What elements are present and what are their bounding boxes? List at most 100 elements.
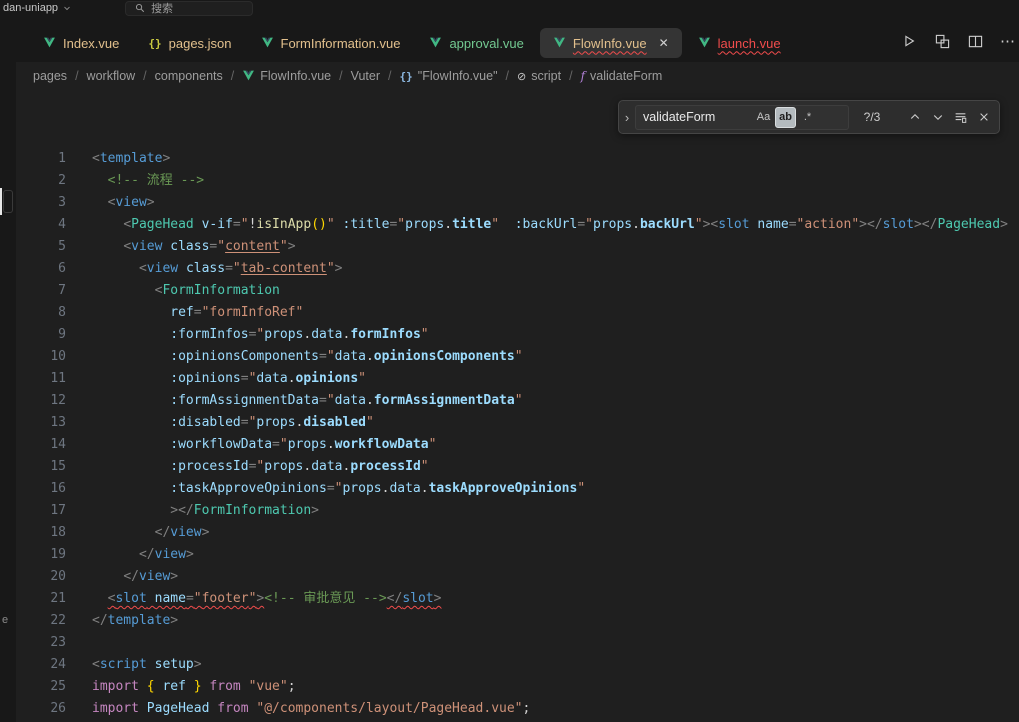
tab-label: pages.json <box>169 36 232 51</box>
regex-button[interactable]: .* <box>797 107 818 128</box>
code-line[interactable]: 18 </view> <box>16 522 1019 544</box>
code-line[interactable]: 12 :formAssignmentData="data.formAssignm… <box>16 390 1019 412</box>
line-number: 1 <box>16 148 66 170</box>
breadcrumb-label: "FlowInfo.vue" <box>418 69 498 83</box>
line-number: 12 <box>16 390 66 412</box>
run-button[interactable] <box>900 32 918 50</box>
tab-Index.vue[interactable]: Index.vue <box>30 28 132 58</box>
line-number: 21 <box>16 588 66 610</box>
breadcrumb-separator: / <box>388 69 391 83</box>
code-text: :opinionsComponents="data.opinionsCompon… <box>66 346 523 368</box>
code-text: </view> <box>66 522 209 544</box>
code-line[interactable]: 19 </view> <box>16 544 1019 566</box>
breadcrumb-item[interactable]: Vuter <box>351 69 380 83</box>
vue-file-icon <box>553 37 566 49</box>
find-input[interactable] <box>643 110 753 124</box>
sidebar-text-remnant: e <box>2 614 8 626</box>
whole-word-button[interactable]: ab <box>775 107 796 128</box>
code-line[interactable]: 11 :opinions="data.opinions" <box>16 368 1019 390</box>
breadcrumb-label: Vuter <box>351 69 380 83</box>
line-number: 17 <box>16 500 66 522</box>
vue-icon <box>242 70 255 82</box>
code-text: </view> <box>66 544 194 566</box>
code-line[interactable]: 10 :opinionsComponents="data.opinionsCom… <box>16 346 1019 368</box>
code-line[interactable]: 1<template> <box>16 148 1019 170</box>
code-line[interactable]: 24<script setup> <box>16 654 1019 676</box>
code-line[interactable]: 8 ref="formInfoRef" <box>16 302 1019 324</box>
vue-file-icon <box>43 37 56 49</box>
code-line[interactable]: 21 <slot name="footer"><!-- 审批意见 --></sl… <box>16 588 1019 610</box>
code-text: :disabled="props.disabled" <box>66 412 374 434</box>
tab-approval.vue[interactable]: approval.vue <box>416 28 536 58</box>
code-text: <view> <box>66 192 155 214</box>
code-line[interactable]: 17 ></FormInformation> <box>16 500 1019 522</box>
code-text: <view class="tab-content"> <box>66 258 342 280</box>
breadcrumb-item[interactable]: components <box>155 69 223 83</box>
line-number: 8 <box>16 302 66 324</box>
active-view-indicator <box>0 188 2 215</box>
activity-bar-sliver: e <box>0 62 16 722</box>
code-editor[interactable]: › Aa ab .* ?/3 1<template>2 <!-- 流程 -->3… <box>16 90 1019 722</box>
find-in-selection-button[interactable] <box>949 106 972 129</box>
breadcrumb-item[interactable]: pages <box>33 69 67 83</box>
code-line[interactable]: 2 <!-- 流程 --> <box>16 170 1019 192</box>
close-tab-icon[interactable]: ✕ <box>659 37 669 49</box>
command-center-search[interactable]: 搜索 <box>125 1 253 16</box>
code-line[interactable]: 7 <FormInformation <box>16 280 1019 302</box>
workspace-name[interactable]: dan-uniapp <box>0 2 71 14</box>
more-actions-button[interactable]: ⋯ <box>999 32 1017 50</box>
code-line[interactable]: 22</template> <box>16 610 1019 632</box>
breadcrumb-separator: / <box>339 69 342 83</box>
breadcrumb-label: validateForm <box>590 69 662 83</box>
breadcrumb-item[interactable]: ⊘script <box>517 69 561 83</box>
code-line[interactable]: 16 :taskApproveOpinions="props.data.task… <box>16 478 1019 500</box>
line-number: 14 <box>16 434 66 456</box>
code-text: ref="formInfoRef" <box>66 302 303 324</box>
code-line[interactable]: 25import { ref } from "vue"; <box>16 676 1019 698</box>
code-line[interactable]: 23 <box>16 632 1019 654</box>
tab-label: approval.vue <box>449 36 523 51</box>
tab-launch.vue[interactable]: launch.vue <box>685 28 794 58</box>
tab-label: FormInformation.vue <box>281 36 401 51</box>
split-editor-button[interactable] <box>966 32 984 50</box>
code-line[interactable]: 14 :workflowData="props.workflowData" <box>16 434 1019 456</box>
chevron-down-icon <box>63 4 71 12</box>
breadcrumb-separator: / <box>75 69 78 83</box>
tab-list: Index.vue{}pages.json FormInformation.vue… <box>30 28 794 58</box>
code-text: ></FormInformation> <box>66 500 319 522</box>
previous-match-button[interactable] <box>903 106 926 129</box>
code-line[interactable]: 5 <view class="content"> <box>16 236 1019 258</box>
search-icon <box>135 3 145 13</box>
code-text <box>66 632 92 654</box>
code-line[interactable]: 3 <view> <box>16 192 1019 214</box>
breadcrumb-item[interactable]: workflow <box>87 69 136 83</box>
toggle-replace-icon[interactable]: › <box>619 101 635 133</box>
code-line[interactable]: 4 <PageHead v-if="!isInApp()" :title="pr… <box>16 214 1019 236</box>
breadcrumb-item[interactable]: FlowInfo.vue <box>242 69 331 83</box>
open-changes-button[interactable] <box>933 32 951 50</box>
code-line[interactable]: 9 :formInfos="props.data.formInfos" <box>16 324 1019 346</box>
line-number: 22 <box>16 610 66 632</box>
code-text: :opinions="data.opinions" <box>66 368 366 390</box>
close-find-icon[interactable] <box>972 106 995 129</box>
code-line[interactable]: 13 :disabled="props.disabled" <box>16 412 1019 434</box>
tab-label: FlowInfo.vue <box>573 36 647 51</box>
breadcrumb-item[interactable]: fvalidateForm <box>581 69 663 83</box>
line-number: 18 <box>16 522 66 544</box>
code-line[interactable]: 20 </view> <box>16 566 1019 588</box>
code-text: :processId="props.data.processId" <box>66 456 429 478</box>
code-line[interactable]: 15 :processId="props.data.processId" <box>16 456 1019 478</box>
line-number: 15 <box>16 456 66 478</box>
breadcrumb-separator: / <box>506 69 509 83</box>
code-text: :formAssignmentData="data.formAssignment… <box>66 390 523 412</box>
next-match-button[interactable] <box>926 106 949 129</box>
tab-FormInformation.vue[interactable]: FormInformation.vue <box>248 28 414 58</box>
code-line[interactable]: 6 <view class="tab-content"> <box>16 258 1019 280</box>
tab-FlowInfo.vue[interactable]: FlowInfo.vue ✕ <box>540 28 682 58</box>
tab-pages.json[interactable]: {}pages.json <box>135 28 244 58</box>
title-bar: dan-uniapp 搜索 <box>0 0 1019 16</box>
line-number: 6 <box>16 258 66 280</box>
match-case-button[interactable]: Aa <box>753 107 774 128</box>
code-line[interactable]: 26import PageHead from "@/components/lay… <box>16 698 1019 720</box>
breadcrumb-item[interactable]: {}"FlowInfo.vue" <box>400 69 498 83</box>
